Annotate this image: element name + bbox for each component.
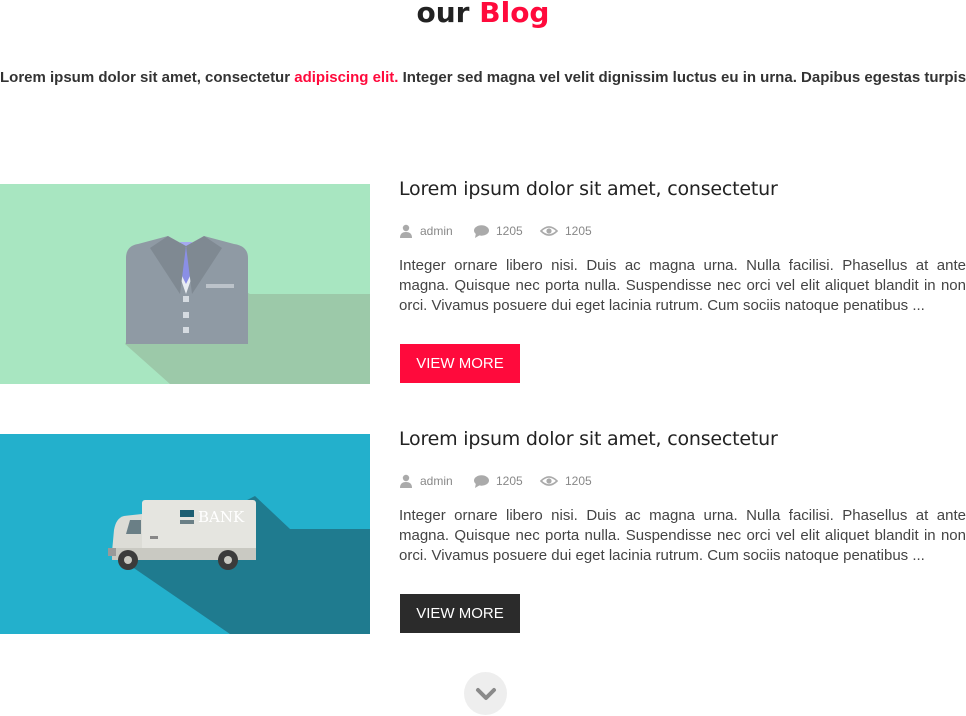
view-count: 1205 — [565, 224, 592, 238]
author-name[interactable]: admin — [420, 474, 453, 488]
eye-icon — [540, 226, 558, 236]
meta-author: admin — [399, 472, 453, 490]
view-more-button[interactable]: VIEW MORE — [400, 594, 520, 633]
comment-count: 1205 — [496, 474, 523, 488]
intro-link[interactable]: adipiscing elit. — [294, 69, 398, 86]
intro-text-start: Lorem ipsum dolor sit amet, consectetur — [0, 69, 295, 86]
view-more-button[interactable]: VIEW MORE — [400, 344, 520, 383]
meta-comments: 1205 — [474, 222, 523, 240]
bank-truck-icon: BANK — [0, 434, 370, 634]
post-excerpt: Integer ornare libero nisi. Duis ac magn… — [399, 257, 966, 314]
eye-icon — [540, 476, 558, 486]
comment-count: 1205 — [496, 224, 523, 238]
meta-views: 1205 — [540, 472, 592, 490]
section-heading: our Blog — [0, 0, 966, 32]
blog-post: Lorem ipsum dolor sit amet, consectetur … — [0, 178, 966, 384]
meta-views: 1205 — [540, 222, 592, 240]
post-thumbnail[interactable] — [0, 184, 370, 384]
load-more-button[interactable] — [464, 672, 507, 715]
intro-text-end: Integer sed magna vel velit dignissim lu… — [398, 69, 966, 86]
post-thumbnail[interactable]: BANK — [0, 434, 370, 634]
chevron-down-icon — [475, 687, 496, 700]
truck-bank-label: BANK — [198, 508, 245, 526]
heading-accent: Blog — [479, 0, 550, 29]
user-icon — [400, 474, 412, 488]
user-icon — [400, 224, 412, 238]
comment-icon — [474, 224, 489, 238]
post-title[interactable]: Lorem ipsum dolor sit amet, consectetur — [399, 428, 778, 450]
comment-icon — [474, 474, 489, 488]
heading-prefix: our — [416, 0, 470, 29]
suit-jacket-icon — [0, 184, 370, 384]
view-count: 1205 — [565, 474, 592, 488]
meta-author: admin — [399, 222, 453, 240]
author-name[interactable]: admin — [420, 224, 453, 238]
post-excerpt: Integer ornare libero nisi. Duis ac magn… — [399, 507, 966, 564]
post-title[interactable]: Lorem ipsum dolor sit amet, consectetur — [399, 178, 778, 200]
section-intro: Lorem ipsum dolor sit amet, consectetur … — [0, 67, 966, 89]
meta-comments: 1205 — [474, 472, 523, 490]
blog-post: BANK Lorem ipsum dolor sit amet, consect… — [0, 428, 966, 634]
